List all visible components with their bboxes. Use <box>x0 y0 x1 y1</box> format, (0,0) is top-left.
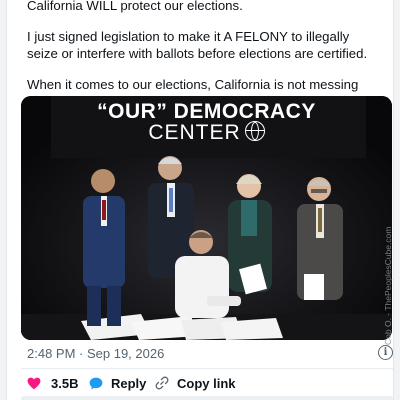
image-banner-line2: CENTER <box>21 121 392 145</box>
copy-link-label: Copy link <box>177 375 236 391</box>
tweet-card: California WILL protect our elections. I… <box>6 0 394 400</box>
link-icon <box>155 376 169 390</box>
heart-icon <box>27 377 41 389</box>
reply-button[interactable]: Reply <box>89 374 146 392</box>
globe-icon <box>244 121 265 141</box>
divider <box>21 368 393 369</box>
image-banner-line2-text: CENTER <box>148 121 241 144</box>
like-button[interactable]: 3.5B <box>27 374 78 392</box>
like-count: 3.5B <box>51 375 79 391</box>
tweet-timestamp[interactable]: 2:48 PM · Sep 19, 2026 <box>27 346 164 361</box>
tweet-image[interactable]: “OUR” DEMOCRACY CENTER <box>21 96 392 340</box>
tweet-line-2: I just signed legislation to make it A F… <box>27 29 368 61</box>
watermark-text: Cob O. - ThePeoplesCube.com <box>383 226 393 345</box>
copy-link-button[interactable]: Copy link <box>155 374 236 392</box>
bottom-bar <box>21 396 393 400</box>
info-icon[interactable]: i <box>378 345 393 360</box>
reply-icon <box>89 377 103 389</box>
reply-label: Reply <box>111 375 147 391</box>
tweet-line-1: California WILL protect our elections. <box>27 0 243 13</box>
